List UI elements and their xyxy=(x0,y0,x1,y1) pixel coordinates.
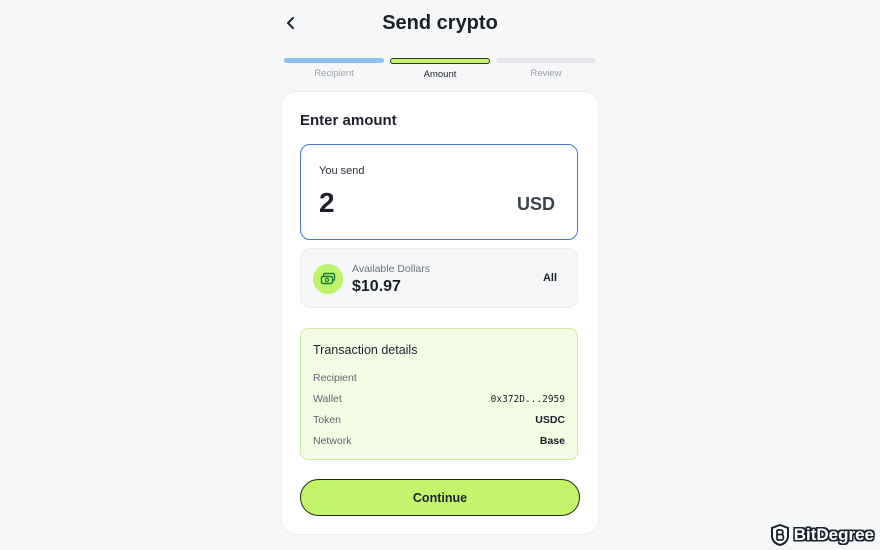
step-label: Amount xyxy=(423,69,457,80)
send-crypto-page: Send crypto Recipient Amount Review Ente… xyxy=(0,0,880,550)
step-label: Recipient xyxy=(314,68,354,79)
step-review: Review xyxy=(496,58,596,80)
tx-key: Token xyxy=(313,414,342,426)
page-title: Send crypto xyxy=(382,12,498,34)
tx-row-recipient: Recipient xyxy=(313,371,565,385)
amount-value[interactable]: 2 xyxy=(319,187,335,219)
section-title: Enter amount xyxy=(300,112,397,129)
available-value: $10.97 xyxy=(352,278,401,295)
progress-stepper: Recipient Amount Review xyxy=(284,58,596,80)
step-bar xyxy=(496,58,596,63)
step-recipient: Recipient xyxy=(284,58,384,80)
watermark-text: BitDegree xyxy=(793,525,874,544)
tx-key: Wallet xyxy=(313,393,342,405)
currency-label: USD xyxy=(516,194,555,214)
tx-row-token: Token USDC xyxy=(313,413,565,427)
tx-key: Network xyxy=(313,435,352,447)
bitdegree-watermark: BitDegree xyxy=(770,524,874,546)
tx-value: USDC xyxy=(535,414,565,426)
cash-icon xyxy=(313,264,343,294)
step-label: Review xyxy=(530,68,562,79)
continue-button[interactable]: Continue xyxy=(300,479,580,516)
available-label: Available Dollars xyxy=(352,263,431,275)
step-bar xyxy=(390,58,490,64)
available-balance: Available Dollars $10.97 All xyxy=(300,248,578,308)
all-button[interactable]: All xyxy=(543,272,557,284)
transaction-title: Transaction details xyxy=(313,343,418,357)
transaction-details: Transaction details Recipient Wallet 0x3… xyxy=(300,328,578,460)
you-send-label: You send xyxy=(319,165,365,177)
step-amount: Amount xyxy=(390,58,490,80)
amount-input[interactable]: You send 2 USD xyxy=(300,144,578,240)
tx-row-network: Network Base xyxy=(313,434,565,448)
tx-row-wallet: Wallet 0x372D...2959 xyxy=(313,392,565,406)
tx-value: Base xyxy=(539,435,565,447)
tx-key: Recipient xyxy=(313,372,357,384)
tx-value: 0x372D...2959 xyxy=(490,393,565,405)
bitdegree-logo-icon xyxy=(770,524,789,546)
send-form-card: Enter amount You send 2 USD Available Do… xyxy=(282,92,598,534)
step-bar xyxy=(284,58,384,63)
